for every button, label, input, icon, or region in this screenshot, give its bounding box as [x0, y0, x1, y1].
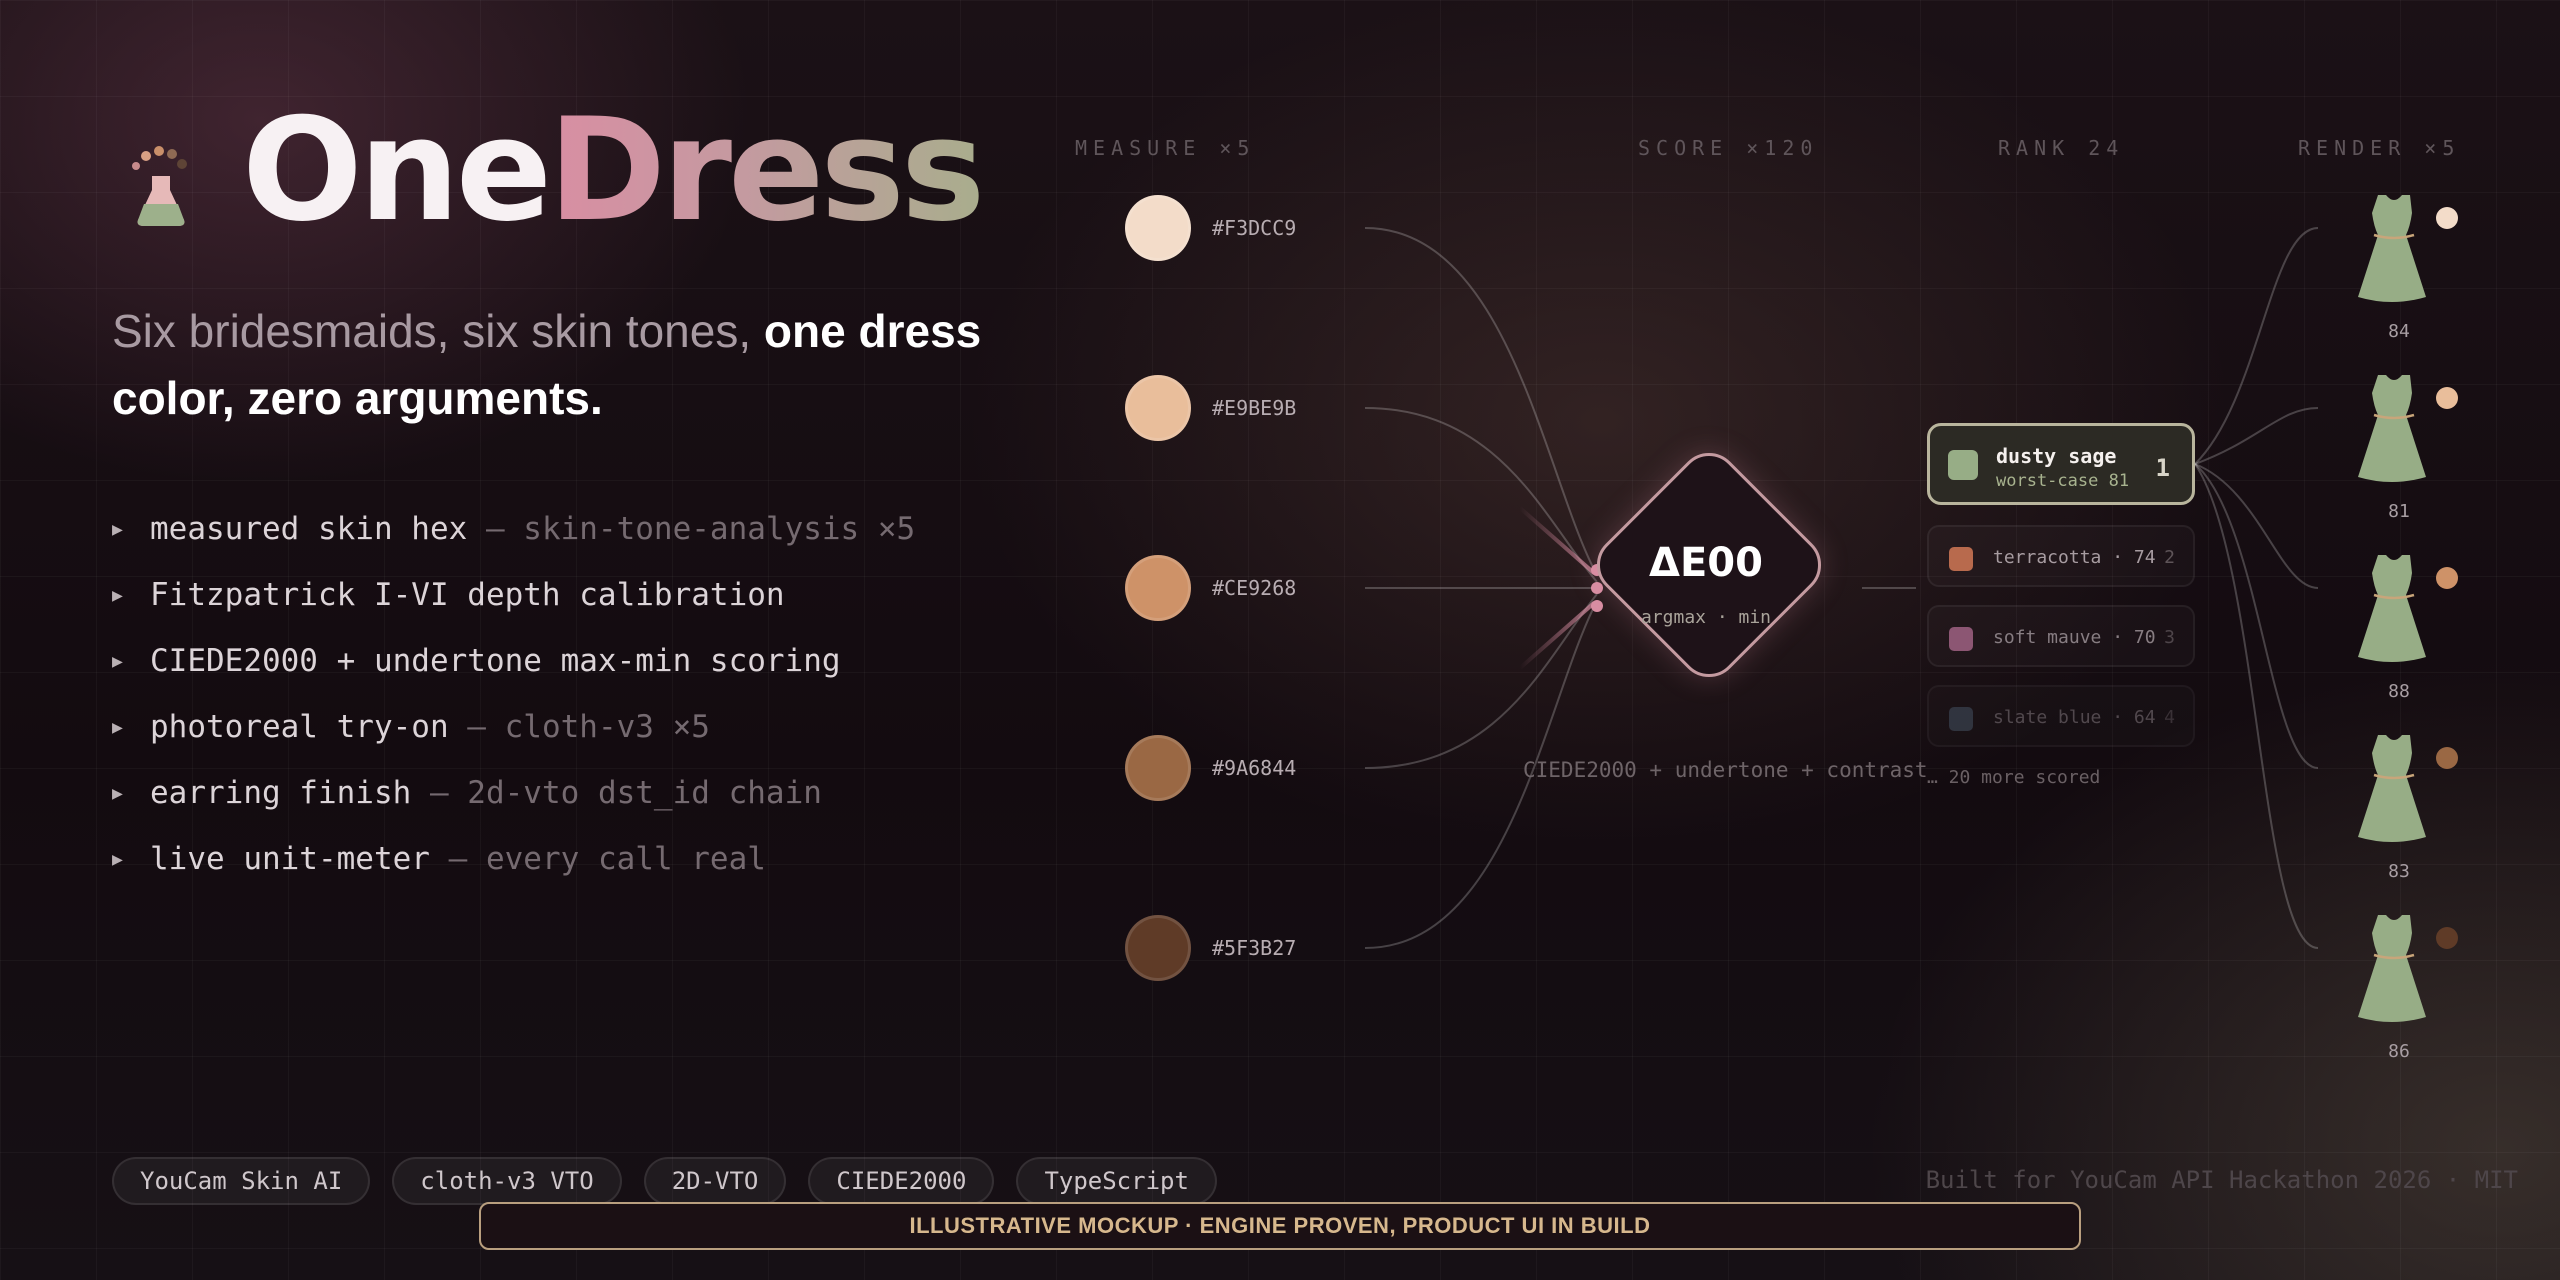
title-part-dress: Dress [548, 88, 985, 253]
rank-name: dusty sage [1996, 444, 2117, 468]
flask-icon [132, 146, 187, 226]
rank-card-top: dusty sage worst-case 81 1 [1927, 423, 2195, 505]
tagline: Six bridesmaids, six skin tones, one dre… [112, 298, 992, 432]
rank-worst-case: worst-case 81 [1996, 471, 2130, 491]
skin-hex-label: #9A6844 [1212, 756, 1297, 780]
skin-swatch [1125, 375, 1191, 441]
rank-label: slate blue · 64 [1993, 707, 2156, 728]
column-header-render: RENDER ×5 [2298, 136, 2461, 160]
rank-label: terracotta · 74 [1993, 547, 2156, 568]
rank-number: 4 [2164, 707, 2175, 728]
render-skin-dot [2436, 207, 2458, 229]
column-header-rank: RANK 24 [1998, 136, 2125, 160]
dress-icon [2358, 375, 2426, 482]
render-score: 84 [2388, 321, 2410, 342]
feature-item: ▶ earring finish — 2d-vto dst_id chain [112, 760, 915, 826]
render-score: 83 [2388, 861, 2410, 882]
bullet-triangle-icon: ▶ [112, 848, 123, 870]
bullet-triangle-icon: ▶ [112, 650, 123, 672]
feature-item: ▶ measured skin hex — skin-tone-analysis … [112, 496, 915, 562]
feature-text: photoreal try-on [150, 709, 449, 745]
tech-tag-list: YouCam Skin AI cloth-v3 VTO 2D-VTO CIEDE… [112, 1157, 1217, 1205]
dress-icon [2358, 915, 2426, 1022]
tagline-plain: Six bridesmaids, six skin tones, [112, 305, 752, 357]
render-score: 86 [2388, 1041, 2410, 1062]
feature-item: ▶ photoreal try-on — cloth-v3 ×5 [112, 694, 915, 760]
rank-number: 3 [2164, 627, 2175, 648]
engine-subtitle: argmax · min [1640, 607, 1772, 628]
render-score: 88 [2388, 681, 2410, 702]
skin-swatch [1125, 735, 1191, 801]
skin-swatch [1125, 555, 1191, 621]
bullet-triangle-icon: ▶ [112, 518, 123, 540]
dress-icon [2358, 195, 2426, 302]
feature-text: Fitzpatrick I-VI depth calibration [150, 577, 785, 613]
more-scored-label: … 20 more scored [1927, 767, 2101, 788]
skin-hex-label: #E9BE9B [1212, 396, 1297, 420]
render-skin-dot [2436, 747, 2458, 769]
color-chip [1949, 707, 1973, 731]
skin-hex-label: #CE9268 [1212, 576, 1297, 600]
app-title: OneDress [242, 100, 985, 242]
rank-card: slate blue · 64 4 [1927, 685, 2195, 747]
rank-number: 1 [2155, 454, 2170, 482]
rank-card: soft mauve · 70 3 [1927, 605, 2195, 667]
engine-title: ΔE00 [1649, 540, 1763, 586]
tech-tag: YouCam Skin AI [112, 1157, 371, 1205]
feature-item: ▶ CIEDE2000 + undertone max-min scoring [112, 628, 915, 694]
credit-line: Built for YouCam API Hackathon 2026 · MI… [1925, 1166, 2518, 1194]
bullet-triangle-icon: ▶ [112, 584, 123, 606]
feature-text: live unit-meter [150, 841, 430, 877]
dress-icon [2358, 555, 2426, 662]
feature-list: ▶ measured skin hex — skin-tone-analysis … [112, 496, 915, 892]
bullet-triangle-icon: ▶ [112, 716, 123, 738]
render-skin-dot [2436, 927, 2458, 949]
title-part-one: One [242, 88, 552, 253]
rank-number: 2 [2164, 547, 2175, 568]
column-header-measure: MEASURE ×5 [1075, 136, 1256, 160]
feature-item: ▶ live unit-meter — every call real [112, 826, 915, 892]
column-header-score: SCORE ×120 [1638, 136, 1819, 160]
bullet-triangle-icon: ▶ [112, 782, 123, 804]
tech-tag: TypeScript [1016, 1157, 1217, 1205]
render-score: 81 [2388, 501, 2410, 522]
feature-detail: — 2d-vto dst_id chain [429, 775, 822, 811]
feature-detail: — skin-tone-analysis ×5 [485, 511, 916, 547]
dress-icon [2358, 735, 2426, 842]
feature-item: ▶ Fitzpatrick I-VI depth calibration [112, 562, 915, 628]
skin-swatch [1125, 915, 1191, 981]
feature-detail: — every call real [448, 841, 766, 877]
feature-text: CIEDE2000 + undertone max-min scoring [150, 643, 841, 679]
tech-tag: 2D-VTO [643, 1157, 787, 1205]
color-chip [1949, 547, 1973, 571]
rank-label: soft mauve · 70 [1993, 627, 2156, 648]
mockup-banner: ILLUSTRATIVE MOCKUP · ENGINE PROVEN, PRO… [479, 1202, 2081, 1250]
color-chip [1949, 627, 1973, 651]
feature-text: measured skin hex [150, 511, 468, 547]
engine-caption: CIEDE2000 + undertone + contrast [1523, 758, 1928, 782]
feature-text: earring finish [150, 775, 412, 811]
tech-tag: cloth-v3 VTO [392, 1157, 622, 1205]
render-skin-dot [2436, 387, 2458, 409]
tech-tag: CIEDE2000 [808, 1157, 995, 1205]
rank-card: terracotta · 74 2 [1927, 525, 2195, 587]
render-skin-dot [2436, 567, 2458, 589]
feature-detail: — cloth-v3 ×5 [467, 709, 710, 745]
skin-swatch [1125, 195, 1191, 261]
skin-hex-label: #F3DCC9 [1212, 216, 1297, 240]
skin-hex-label: #5F3B27 [1212, 936, 1297, 960]
color-chip [1948, 450, 1978, 480]
